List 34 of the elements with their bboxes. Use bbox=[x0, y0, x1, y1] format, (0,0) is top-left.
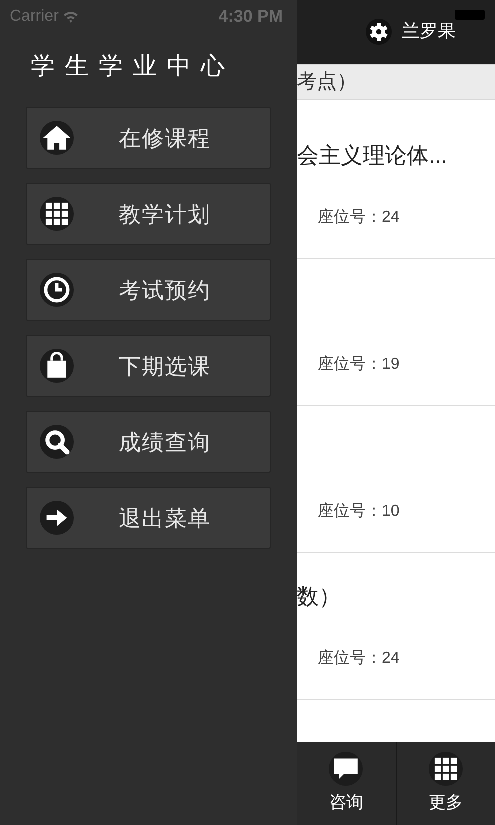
exam-title: 会主义理论体... bbox=[297, 142, 448, 170]
exam-title: 数） bbox=[297, 583, 342, 611]
exam-row[interactable]: 会主义理论体... 座位号：24 bbox=[297, 100, 495, 259]
section-header: 考点） bbox=[297, 70, 357, 95]
seat-number: 座位号：19 bbox=[317, 354, 401, 375]
grid-icon bbox=[428, 752, 463, 786]
chat-bubble-icon bbox=[329, 752, 364, 786]
clock-label: 4:30 PM bbox=[218, 6, 283, 28]
tab-item[interactable]: 咨询 bbox=[297, 742, 396, 825]
menu-item[interactable]: 退出菜单 bbox=[26, 487, 271, 549]
carrier-label: Carrier bbox=[10, 7, 59, 27]
search-icon bbox=[40, 425, 74, 459]
bag-icon bbox=[40, 349, 74, 383]
menu-item[interactable]: 在修课程 bbox=[26, 107, 271, 169]
battery-icon bbox=[455, 10, 485, 20]
grid-icon bbox=[40, 197, 74, 231]
user-name[interactable]: 兰罗果 bbox=[402, 18, 456, 45]
settings-icon[interactable] bbox=[366, 18, 392, 44]
home-icon bbox=[40, 121, 74, 155]
menu-item[interactable]: 考试预约 bbox=[26, 259, 271, 321]
arrow-right-icon bbox=[40, 501, 74, 535]
tab-item[interactable]: 更多 bbox=[396, 742, 495, 825]
seat-number: 座位号：24 bbox=[317, 208, 401, 228]
exam-row[interactable]: 座位号：10 bbox=[297, 406, 495, 553]
clock-icon bbox=[40, 273, 74, 307]
menu-item[interactable]: 下期选课 bbox=[26, 335, 271, 397]
exam-row[interactable]: 座位号：19 bbox=[297, 259, 495, 406]
menu-item[interactable]: 成绩查询 bbox=[26, 411, 271, 473]
wifi-icon bbox=[62, 11, 79, 23]
menu-item[interactable]: 教学计划 bbox=[26, 183, 271, 245]
exam-row[interactable]: 数） 座位号：24 bbox=[297, 553, 495, 700]
seat-number: 座位号：10 bbox=[317, 502, 401, 522]
drawer-title: 学生学业中心 bbox=[30, 52, 236, 82]
seat-number: 座位号：24 bbox=[317, 648, 401, 669]
